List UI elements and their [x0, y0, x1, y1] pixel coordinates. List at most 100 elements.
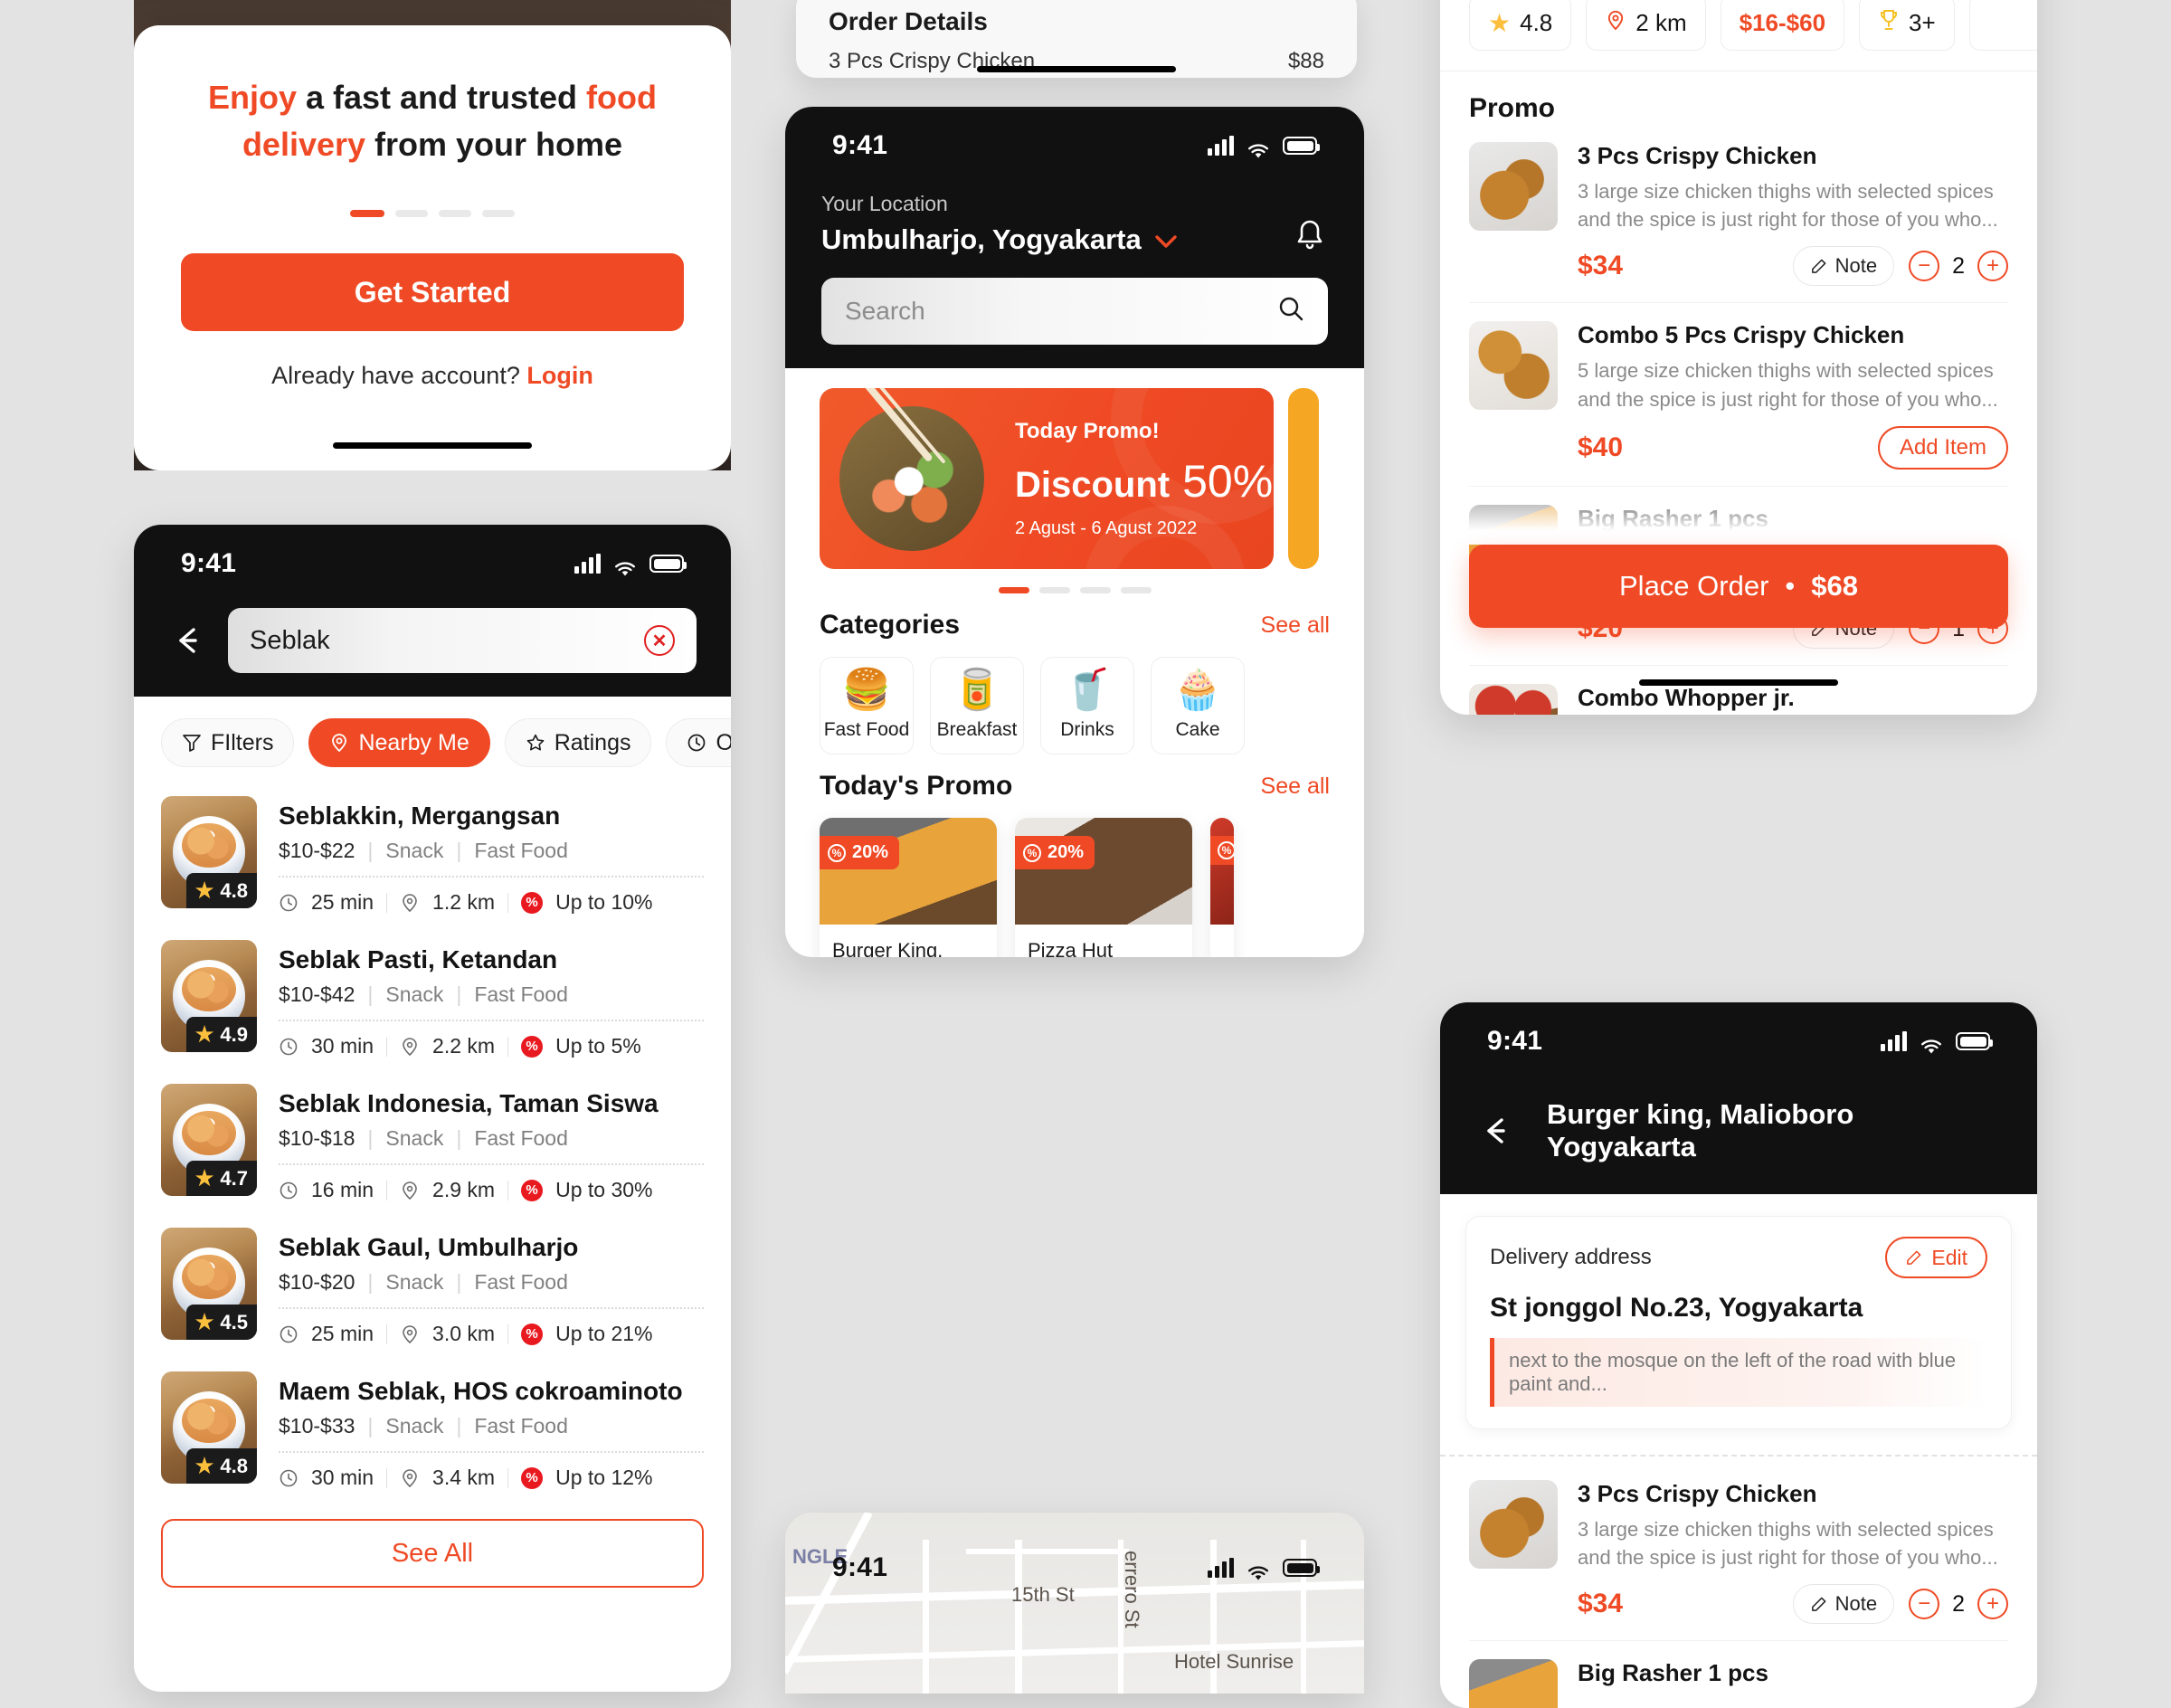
promo-card-row[interactable]: %20% Burger King, Malioboro Yogyakarta ★…: [785, 802, 1364, 957]
filter-chip-row[interactable]: FIlters Nearby Me Ratings Open Now: [134, 697, 731, 782]
menu-item[interactable]: Combo Whopper jr. Small size burger with…: [1469, 666, 2008, 715]
category-cake[interactable]: 🧁 Cake: [1151, 657, 1245, 754]
rating-value: 4.8: [220, 1454, 248, 1477]
todays-promo-see-all-link[interactable]: See all: [1261, 773, 1330, 800]
menu-item[interactable]: Combo 5 Pcs Crispy Chicken 5 large size …: [1469, 303, 2008, 487]
category-breakfast[interactable]: 🥫 Breakfast: [930, 657, 1024, 754]
category-row[interactable]: 🍔 Fast Food 🥫 Breakfast 🥤 Drinks 🧁 Cake: [785, 640, 1364, 754]
promo-banner-carousel[interactable]: Today Promo! Discount 50% 2 Agust - 6 Agu…: [785, 368, 1364, 569]
restaurant-thumbnail: ★ 4.8: [161, 1371, 257, 1484]
info-chip-awards[interactable]: 3+: [1859, 0, 1955, 51]
promo-banner-next[interactable]: [1288, 388, 1319, 569]
rating-value: 4.7: [220, 1166, 248, 1190]
restaurant-name: Pizza Hut Delivery, Malioboro: [1028, 939, 1114, 957]
table-row[interactable]: ★ 4.7 Seblak Indonesia, Taman Siswa $10-$…: [161, 1073, 704, 1217]
search-input[interactable]: Seblak ✕: [228, 608, 697, 673]
restaurant-info-chips[interactable]: ★ 4.8 2 km $16-$60 3+: [1440, 0, 2037, 71]
chip-open-now[interactable]: Open Now: [666, 718, 731, 767]
todays-promo-title: Today's Promo: [820, 771, 1013, 801]
info-chip-rating[interactable]: ★ 4.8: [1469, 0, 1572, 51]
chip-label: Nearby Me: [358, 729, 469, 755]
decrement-button[interactable]: −: [1909, 1589, 1940, 1620]
see-all-button[interactable]: See All: [161, 1519, 704, 1588]
promo-restaurant-card[interactable]: %20% Pizza Hut Delivery, Malioboro ★4.5: [1015, 818, 1192, 957]
notification-bell-icon[interactable]: [1292, 216, 1328, 256]
banner-dot-1[interactable]: [998, 587, 1029, 593]
rating-badge: ★ 4.8: [185, 1448, 257, 1484]
category-fast-food[interactable]: 🍔 Fast Food: [820, 657, 914, 754]
promo-banner[interactable]: Today Promo! Discount 50% 2 Agust - 6 Agu…: [820, 388, 1274, 569]
onboarding-pagination[interactable]: [181, 210, 684, 218]
add-item-button[interactable]: Add Item: [1877, 425, 2008, 470]
page-dot-1[interactable]: [350, 210, 384, 218]
banner-dot-3[interactable]: [1079, 587, 1111, 593]
edit-address-button[interactable]: Edit: [1885, 1237, 1987, 1278]
promo-restaurant-card[interactable]: %20% Burger King, Malioboro Yogyakarta ★…: [820, 818, 997, 957]
chip-ratings[interactable]: Ratings: [504, 718, 652, 767]
distance: 2.9 km: [432, 1178, 496, 1201]
menu-section-title: Promo: [1469, 93, 1556, 123]
location-selector[interactable]: Umbulharjo, Yogyakarta: [821, 223, 1178, 256]
banner-dot-4[interactable]: [1120, 587, 1152, 593]
restaurant-image: % 20%: [1015, 818, 1192, 925]
title-word-enjoy: Enjoy: [207, 79, 297, 116]
page-dot-4[interactable]: [482, 210, 515, 218]
menu-item-image: [1469, 142, 1558, 231]
note-button[interactable]: Note: [1792, 1584, 1895, 1625]
quantity-stepper[interactable]: − 2 +: [1909, 1589, 2008, 1620]
chip-filters[interactable]: FIlters: [161, 718, 295, 767]
search-input[interactable]: Search: [821, 278, 1328, 345]
menu-item[interactable]: 3 Pcs Crispy Chicken 3 large size chicke…: [1469, 124, 2008, 304]
clear-icon[interactable]: ✕: [644, 625, 675, 656]
divider: [279, 1020, 704, 1021]
location-block[interactable]: Your Location Umbulharjo, Yogyakarta: [821, 192, 1178, 256]
get-started-button[interactable]: Get Started: [181, 253, 684, 332]
banner-dot-2[interactable]: [1038, 587, 1070, 593]
menu-item-name: 3 Pcs Crispy Chicken: [1578, 142, 1817, 169]
menu-item-image: [1469, 321, 1558, 411]
table-row[interactable]: ★ 4.8 Seblakkin, Mergangsan $10-$22 | Snac…: [161, 785, 704, 929]
search-icon[interactable]: [1277, 295, 1304, 328]
menu-item-price: $34: [1578, 1589, 1624, 1619]
page-dot-3[interactable]: [439, 210, 471, 218]
back-arrow-icon[interactable]: [1476, 1111, 1516, 1151]
chip-nearby-me[interactable]: Nearby Me: [308, 718, 490, 767]
categories-see-all-link[interactable]: See all: [1261, 612, 1330, 639]
info-chip-overflow[interactable]: [1968, 0, 2037, 51]
increment-button[interactable]: +: [1977, 1589, 2008, 1620]
place-order-button[interactable]: Place Order • $68: [1469, 545, 2008, 628]
note-button[interactable]: Note: [1792, 246, 1895, 287]
checkout-item[interactable]: 3 Pcs Crispy Chicken 3 large size chicke…: [1469, 1462, 2008, 1642]
title-mid-1: a fast and trusted: [296, 79, 587, 116]
search-results-screen: 9:41 Seblak ✕ FIlters Nearby Me Ratings …: [134, 525, 731, 1692]
info-chip-price-range[interactable]: $16-$60: [1720, 0, 1845, 51]
menu-item-description: 3 large size chicken thighs with selecte…: [1578, 180, 1998, 232]
chevron-down-icon[interactable]: [1154, 223, 1178, 256]
page-dot-2[interactable]: [395, 210, 428, 218]
table-row[interactable]: ★ 4.5 Seblak Gaul, Umbulharjo $10-$20 | Sn…: [161, 1217, 704, 1361]
restaurant-thumbnail: ★ 4.9: [161, 940, 257, 1052]
restaurant-stats: 30 min 3.4 km % Up to 12%: [279, 1466, 704, 1490]
order-item-amount: $88: [1287, 49, 1324, 73]
discount-text: Up to 10%: [555, 890, 653, 914]
login-link[interactable]: Login: [526, 362, 593, 389]
info-chip-distance[interactable]: 2 km: [1586, 0, 1706, 51]
banner-pagination[interactable]: [785, 587, 1364, 593]
category-drinks[interactable]: 🥤 Drinks: [1040, 657, 1134, 754]
discount-text: Up to 30%: [555, 1178, 653, 1201]
burger-icon: 🍔: [841, 668, 892, 712]
checkout-item[interactable]: Big Rasher 1 pcs: [1469, 1641, 2008, 1708]
search-header: 9:41 Seblak ✕: [134, 525, 731, 697]
categories-title: Categories: [820, 610, 961, 640]
quantity-stepper[interactable]: − 2 +: [1909, 251, 2008, 282]
wifi-icon: [1247, 137, 1270, 158]
battery-icon: [649, 555, 687, 573]
wifi-icon: [1247, 1559, 1270, 1580]
table-row[interactable]: ★ 4.8 Maem Seblak, HOS cokroaminoto $10-$…: [161, 1361, 704, 1504]
increment-button[interactable]: +: [1977, 251, 2008, 282]
table-row[interactable]: ★ 4.9 Seblak Pasti, Ketandan $10-$42 | Sna…: [161, 929, 704, 1073]
decrement-button[interactable]: −: [1909, 251, 1940, 282]
menu-item-description: 5 large size chicken thighs with selecte…: [1578, 359, 1998, 411]
back-arrow-icon[interactable]: [168, 621, 208, 660]
promo-restaurant-card-next[interactable]: %: [1210, 818, 1234, 957]
